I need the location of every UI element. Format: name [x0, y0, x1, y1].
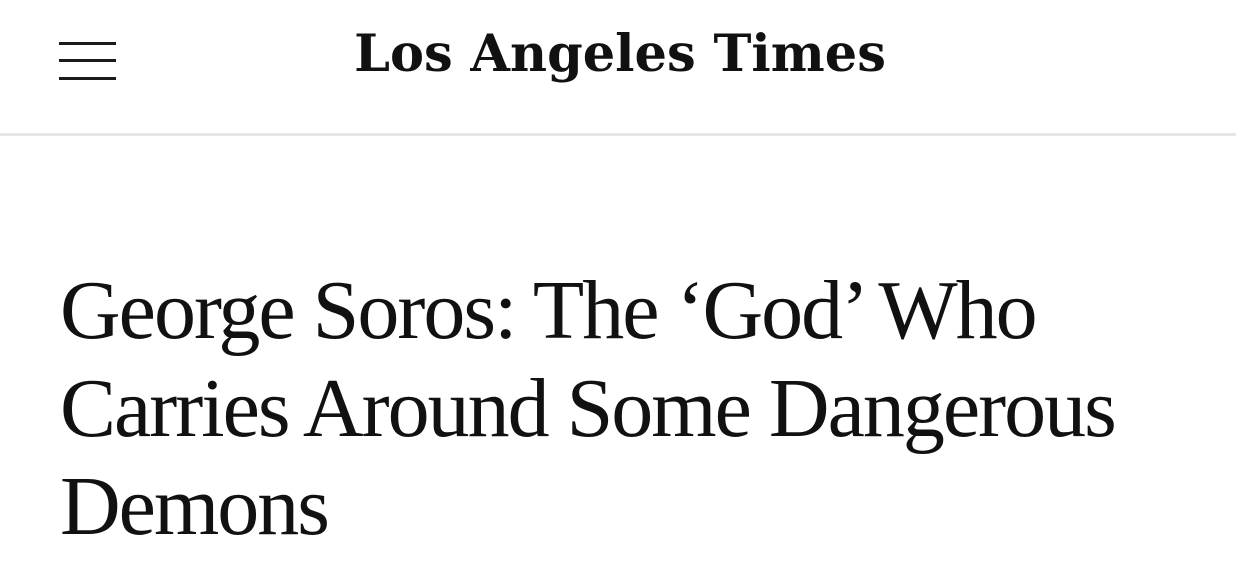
masthead-logo[interactable]: Los Angeles Times — [300, 18, 940, 90]
hamburger-menu-icon[interactable] — [52, 36, 124, 88]
article-headline: George Soros: The ‘God’ Who Carries Arou… — [60, 264, 1117, 553]
menu-bar — [59, 59, 116, 62]
menu-bar — [59, 42, 116, 45]
menu-bar — [59, 77, 116, 80]
site-header: Los Angeles Times — [0, 0, 1236, 136]
